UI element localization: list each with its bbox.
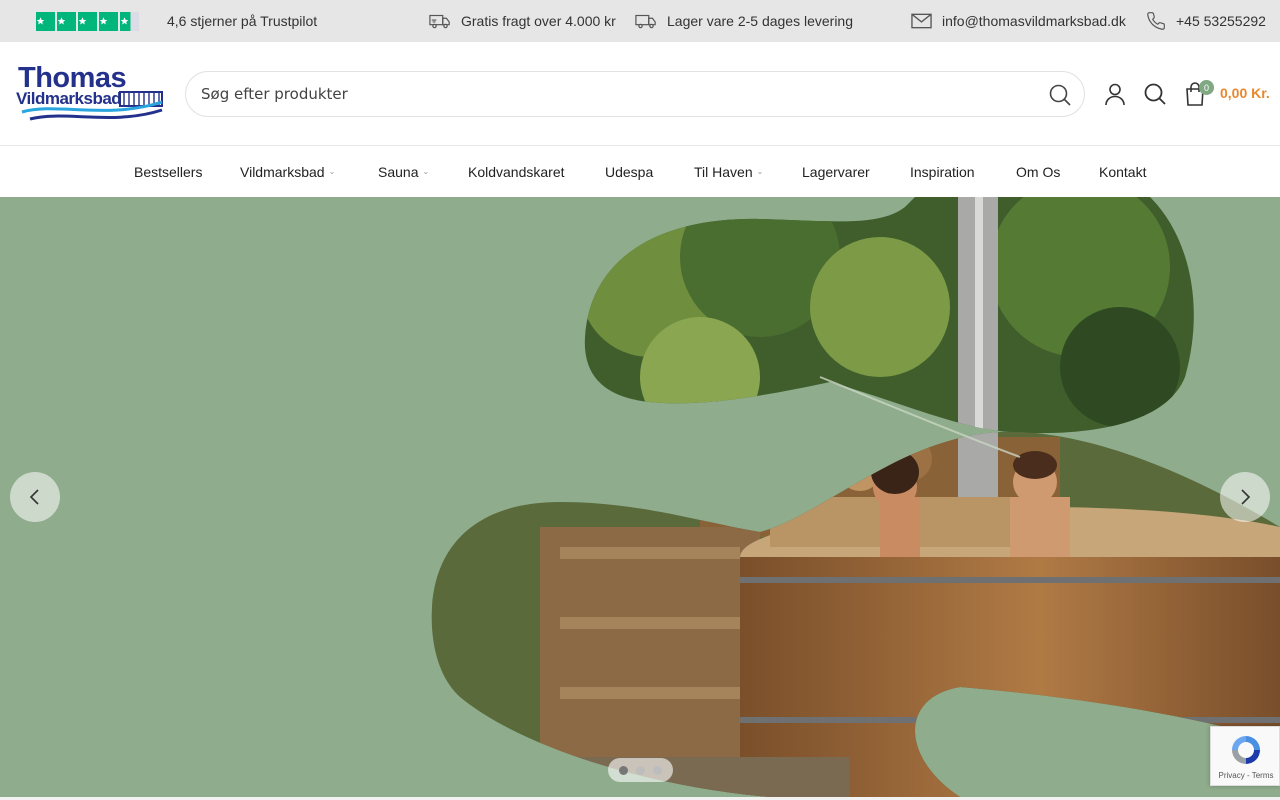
nav-label: Lagervarer xyxy=(802,163,870,180)
cart-total[interactable]: 0,00 Kr. xyxy=(1220,85,1270,101)
site-header: Thomas Vildmarksbad 0 0,00 Kr. xyxy=(0,42,1280,146)
recaptcha-icon xyxy=(1232,736,1260,764)
star-icon xyxy=(57,11,76,31)
search-toggle-icon[interactable] xyxy=(1143,82,1167,106)
nav-item-inspiration[interactable]: Inspiration xyxy=(910,146,975,197)
stock-delivery-text: Lager vare 2-5 dages levering xyxy=(667,13,854,29)
nav-item-bestsellers[interactable]: Bestsellers xyxy=(134,146,202,197)
truck-icon xyxy=(429,14,450,29)
hero-slider xyxy=(0,197,1280,797)
star-icon xyxy=(78,11,97,31)
nav-label: Bestsellers xyxy=(134,163,203,180)
chevron-down-icon: ⌄ xyxy=(328,167,336,176)
nav-item-lagervarer[interactable]: Lagervarer xyxy=(802,146,870,197)
nav-item-udespa[interactable]: Udespa xyxy=(605,146,653,197)
search-input[interactable] xyxy=(201,72,1021,116)
recaptcha-badge[interactable]: Privacy - Terms xyxy=(1210,726,1280,786)
nav-item-kontakt[interactable]: Kontakt xyxy=(1099,146,1146,197)
trustpilot-text: 4,6 stjerner på Trustpilot xyxy=(167,13,318,29)
main-nav: Bestsellers Vildmarksbad ⌄ Sauna ⌄ Koldvan… xyxy=(0,146,1280,197)
email-link[interactable]: info@thomasvildmarksbad.dk xyxy=(911,0,1126,42)
delivery-truck-icon xyxy=(635,14,656,29)
top-bar: 4,6 stjerner på Trustpilot Gratis fragt … xyxy=(0,0,1280,42)
free-shipping-text: Gratis fragt over 4.000 kr xyxy=(461,13,616,29)
nav-label: Inspiration xyxy=(910,163,975,180)
nav-item-vildmarksbad[interactable]: Vildmarksbad ⌄ xyxy=(240,146,335,197)
nav-item-koldvandskaret[interactable]: Koldvandskaret xyxy=(468,146,565,197)
mail-icon xyxy=(911,13,932,29)
star-icon xyxy=(99,11,118,31)
chevron-down-icon: ⌄ xyxy=(422,167,430,176)
chevron-left-icon xyxy=(29,489,39,505)
nav-label: Koldvandskaret xyxy=(468,163,565,180)
site-logo[interactable]: Thomas Vildmarksbad xyxy=(16,62,166,126)
nav-label: Udespa xyxy=(605,163,654,180)
nav-label: Om Os xyxy=(1016,163,1061,180)
phone-icon xyxy=(1147,12,1165,30)
half-star-icon xyxy=(120,11,139,31)
chevron-right-icon xyxy=(1241,489,1251,505)
slider-pagination xyxy=(608,758,673,782)
slider-dot[interactable] xyxy=(636,765,645,775)
slider-prev-button[interactable] xyxy=(10,472,60,522)
nav-item-om-os[interactable]: Om Os xyxy=(1016,146,1060,197)
email-text: info@thomasvildmarksbad.dk xyxy=(942,13,1126,29)
stock-delivery-info: Lager vare 2-5 dages levering xyxy=(635,0,853,42)
nav-label: Sauna xyxy=(378,163,419,180)
trustpilot-stars xyxy=(36,11,139,31)
nav-item-til-haven[interactable]: Til Haven ⌄ xyxy=(694,146,763,197)
slider-dot[interactable] xyxy=(619,765,628,775)
hero-image xyxy=(431,197,1280,797)
trustpilot-rating[interactable]: 4,6 stjerner på Trustpilot xyxy=(36,0,317,42)
recaptcha-links[interactable]: Privacy - Terms xyxy=(1211,771,1280,780)
search-bar xyxy=(185,71,1085,117)
nav-item-sauna[interactable]: Sauna ⌄ xyxy=(378,146,429,197)
nav-label: Vildmarksbad xyxy=(240,163,325,180)
phone-text: +45 53255292 xyxy=(1176,13,1266,29)
slider-dot[interactable] xyxy=(653,765,662,775)
chevron-down-icon: ⌄ xyxy=(756,167,764,176)
search-icon[interactable] xyxy=(1048,83,1072,107)
nav-label: Til Haven xyxy=(694,163,753,180)
logo-tub-icon xyxy=(21,91,163,121)
cart-count-badge: 0 xyxy=(1199,80,1214,95)
nav-label: Kontakt xyxy=(1099,163,1147,180)
slider-next-button[interactable] xyxy=(1220,472,1270,522)
star-icon xyxy=(36,11,55,31)
account-icon[interactable] xyxy=(1103,82,1127,106)
free-shipping-info: Gratis fragt over 4.000 kr xyxy=(429,0,616,42)
phone-link[interactable]: +45 53255292 xyxy=(1146,0,1266,42)
